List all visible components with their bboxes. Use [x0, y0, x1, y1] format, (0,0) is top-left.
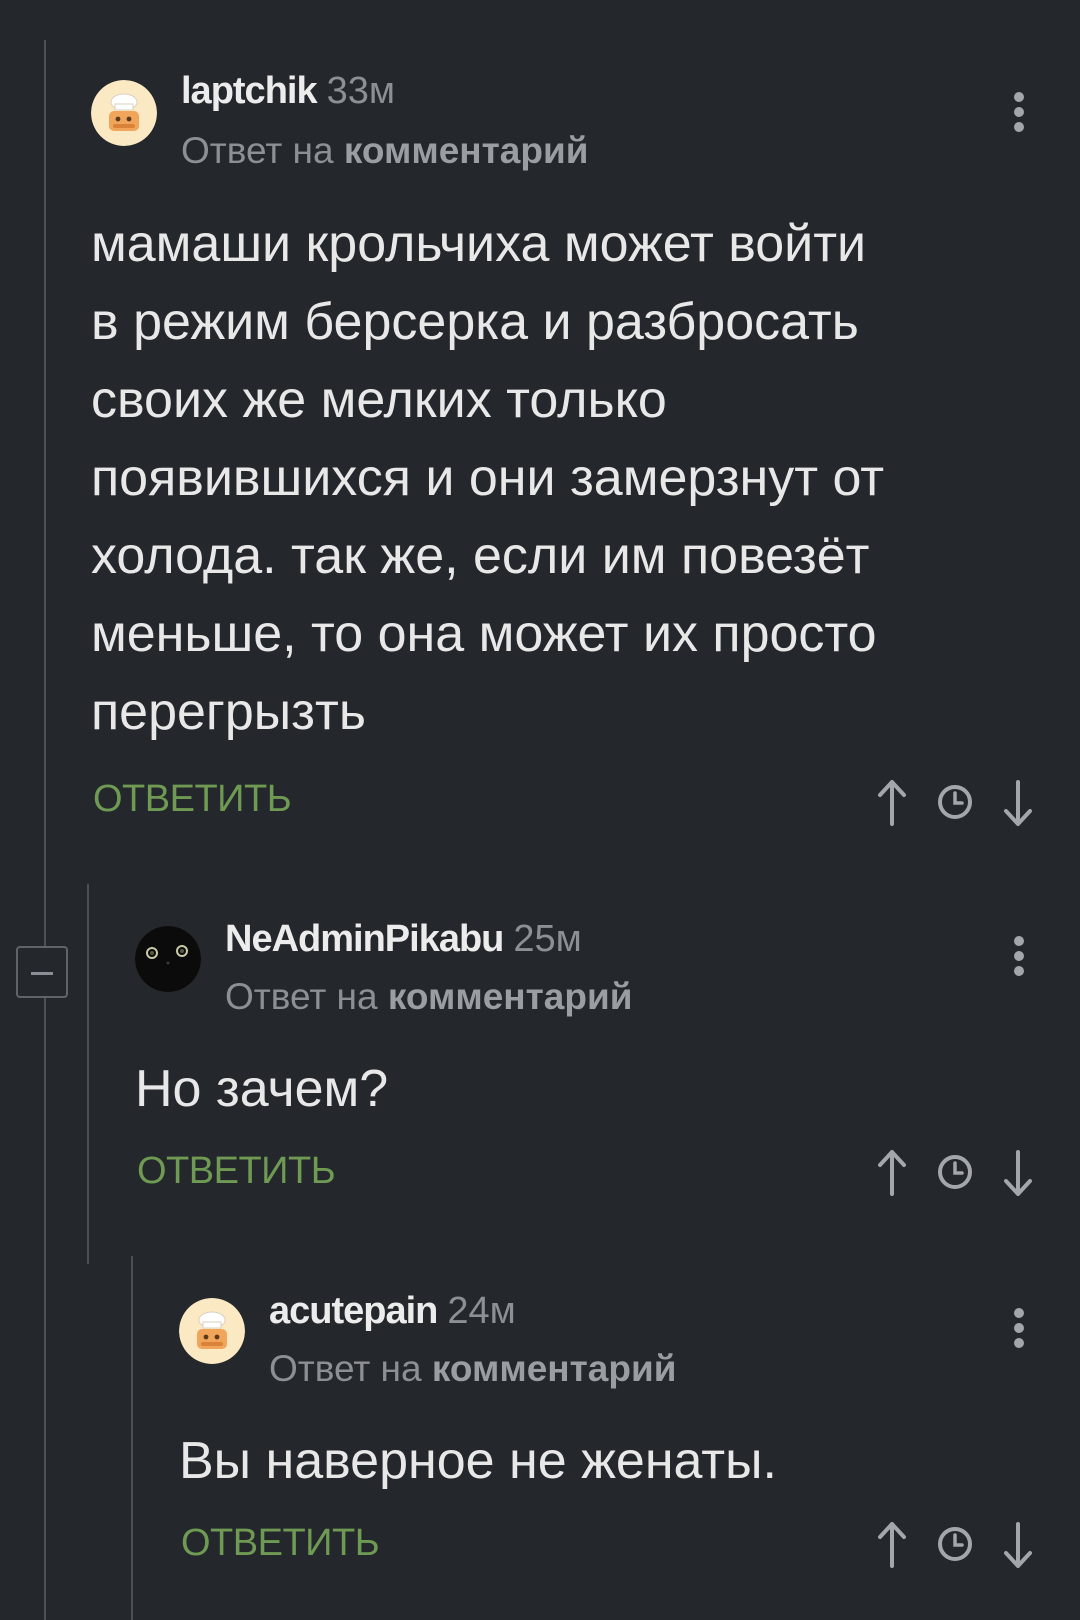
thread-line-level-2	[87, 884, 89, 1264]
arrow-up-icon[interactable]	[870, 1148, 914, 1198]
vote-actions	[870, 778, 1040, 828]
collapse-minus-icon	[31, 972, 53, 975]
vote-actions	[870, 1520, 1040, 1570]
reply-to-link[interactable]: комментарий	[432, 1348, 677, 1389]
black-cat-avatar-icon[interactable]	[135, 926, 201, 992]
username-text: laptchik	[181, 70, 318, 112]
reply-to-link[interactable]: комментарий	[344, 130, 589, 171]
reply-to-prefix: Ответ на	[269, 1348, 422, 1389]
arrow-up-icon[interactable]	[870, 778, 914, 828]
reply-button[interactable]: ОТВЕТИТЬ	[93, 778, 292, 821]
comment-body: Но зачем?	[135, 1060, 389, 1118]
kebab-menu-icon[interactable]	[1004, 1304, 1034, 1352]
kebab-menu-icon[interactable]	[1004, 932, 1034, 980]
comment-time: 24м	[447, 1290, 516, 1332]
arrow-up-icon[interactable]	[870, 1520, 914, 1570]
arrow-down-icon[interactable]	[996, 778, 1040, 828]
comment-author[interactable]: acutepain 24м	[269, 1290, 516, 1333]
vote-actions	[870, 1148, 1040, 1198]
reply-button[interactable]: ОТВЕТИТЬ	[181, 1522, 380, 1565]
clock-icon[interactable]	[933, 1148, 977, 1198]
username-text: NeAdminPikabu	[225, 918, 504, 960]
reply-to-line: Ответ на комментарий	[225, 976, 632, 1018]
arrow-down-icon[interactable]	[996, 1520, 1040, 1570]
reply-to-line: Ответ на комментарий	[181, 130, 588, 172]
collapse-thread-button[interactable]	[16, 946, 68, 998]
reply-to-prefix: Ответ на	[181, 130, 334, 171]
comment-body: мамаши крольчиха может войти в режим бер…	[91, 215, 885, 741]
reply-to-prefix: Ответ на	[225, 976, 378, 1017]
reply-to-link[interactable]: комментарий	[388, 976, 633, 1017]
clock-icon[interactable]	[933, 1520, 977, 1570]
chef-avatar-icon[interactable]	[91, 80, 157, 146]
comment-time: 25м	[513, 918, 582, 960]
arrow-down-icon[interactable]	[996, 1148, 1040, 1198]
thread-line-level-3	[131, 1256, 133, 1620]
comment-time: 33м	[326, 70, 396, 112]
kebab-menu-icon[interactable]	[1004, 88, 1034, 136]
clock-icon[interactable]	[933, 778, 977, 828]
comment-body: Вы наверное не женаты.	[179, 1432, 777, 1490]
thread-line-level-1	[44, 40, 46, 1620]
reply-to-line: Ответ на комментарий	[269, 1348, 676, 1390]
chef-avatar-icon[interactable]	[179, 1298, 245, 1364]
username-text: acutepain	[269, 1290, 438, 1332]
comment-author[interactable]: NeAdminPikabu 25м	[225, 918, 582, 961]
comment-author[interactable]: laptchik 33м	[181, 70, 395, 113]
reply-button[interactable]: ОТВЕТИТЬ	[137, 1150, 336, 1193]
